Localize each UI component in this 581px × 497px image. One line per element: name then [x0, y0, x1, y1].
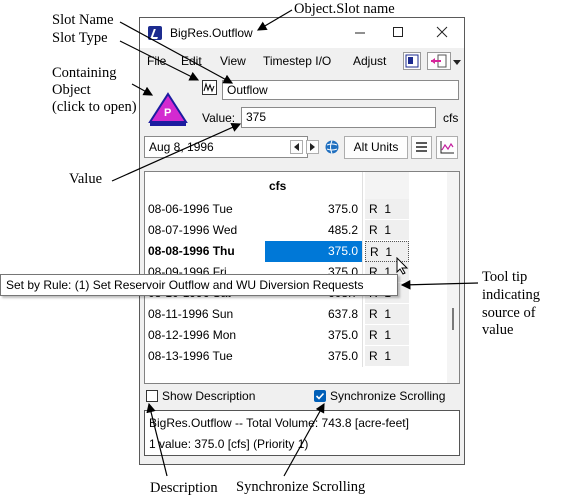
arrow-slot-name: [119, 21, 234, 84]
arrow-slot-type: [119, 40, 200, 81]
arrow-synchronize-scrolling: [283, 402, 325, 477]
annotation-arrows: [111, 9, 479, 477]
arrow-value: [111, 123, 242, 182]
arrow-containing-object: [131, 83, 154, 96]
arrow-tooltip: [400, 279, 479, 290]
arrow-object-slot-name: [256, 9, 293, 31]
arrow-description: [146, 402, 168, 477]
